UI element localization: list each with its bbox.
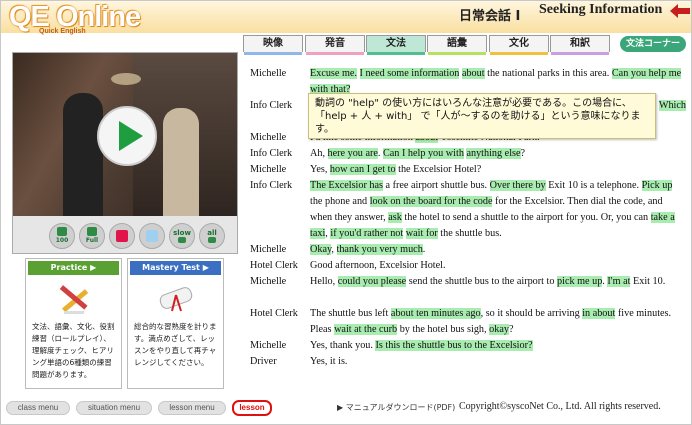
practice-description: 文法、語彙、文化、役割練習（ロールプレイ）、理解度チェック、ヒアリング単語の6種…: [32, 322, 115, 379]
tab-2[interactable]: 発音: [305, 35, 365, 55]
dialogue-line: Good afternoon, Excelsior Hotel.: [310, 260, 446, 271]
manual-download-link[interactable]: ▶ マニュアルダウンロード(PDF): [337, 402, 455, 413]
dialogue-line: Yes, thank you. Is this the shuttle bus …: [310, 340, 533, 351]
nav-situation-menu[interactable]: situation menu: [76, 401, 152, 415]
certificate-icon: [159, 287, 193, 312]
header: QE Online Quick English 日常会話 I Seeking I…: [1, 1, 691, 35]
mastery-test-header[interactable]: Mastery Test ▶: [130, 261, 221, 275]
footer: ▶ マニュアルダウンロード(PDF) Copyright©syscoNet Co…: [0, 399, 692, 419]
highlighted-phrase[interactable]: okay: [489, 324, 509, 335]
grammar-tooltip: 動詞の "help" の使い方にはいろんな注意が必要である。この場合に、「hel…: [308, 93, 656, 139]
slow-button[interactable]: slow: [169, 223, 195, 249]
speaker-name: Info Clerk: [250, 148, 293, 159]
dialogue-line: Ah, here you are. Can I help you with an…: [310, 148, 526, 159]
nav-lesson[interactable]: lesson: [232, 400, 272, 416]
highlighted-phrase[interactable]: Okay: [310, 244, 332, 255]
dialogue-line: Hello, could you please send the shuttle…: [310, 276, 666, 287]
practice-panel[interactable]: Practice ▶ 文法、語彙、文化、役割練習（ロールプレイ）、理解度チェック…: [25, 258, 122, 389]
practice-arrow-icon: ▶: [90, 263, 97, 272]
speaker-name: Hotel Clerk: [250, 308, 298, 319]
highlighted-phrase[interactable]: here you are: [327, 148, 378, 159]
highlighted-phrase[interactable]: could you please: [337, 276, 407, 287]
tab-4[interactable]: 語彙: [427, 35, 487, 55]
highlighted-phrase[interactable]: pick me up: [557, 276, 603, 287]
play-button[interactable]: [97, 106, 157, 166]
tab-6[interactable]: 和訳: [550, 35, 610, 55]
video-controls: 100 Full slow all: [13, 216, 237, 253]
size-100-icon: [57, 227, 67, 236]
speaker-name: Info Clerk: [250, 100, 293, 111]
speaker-name: Michelle: [250, 276, 287, 287]
nav-class-menu[interactable]: class menu: [6, 401, 70, 415]
highlighted-phrase[interactable]: ask: [388, 212, 402, 223]
highlighted-phrase[interactable]: I need some information: [359, 68, 460, 79]
video-frame[interactable]: [13, 53, 237, 216]
pencil-ruler-icon: [59, 285, 89, 314]
tab-5[interactable]: 文化: [489, 35, 549, 55]
highlighted-phrase[interactable]: thank you very much: [336, 244, 423, 255]
speaker-name: Michelle: [250, 244, 287, 255]
speaker-name: Michelle: [250, 132, 287, 143]
dialogue-line: Yes, how can I get to the Excelsior Hote…: [310, 164, 482, 175]
mastery-test-panel[interactable]: Mastery Test ▶ 総合的な習熟度を計ります。満点めざして、レッスンを…: [127, 258, 224, 389]
nav-lesson-menu[interactable]: lesson menu: [158, 401, 226, 415]
speaker-name: Hotel Clerk: [250, 260, 298, 271]
highlighted-phrase[interactable]: how can I get to: [329, 164, 396, 175]
fullscreen-icon: [87, 227, 97, 236]
fullscreen-button[interactable]: Full: [79, 223, 105, 249]
stop-icon: [146, 230, 158, 242]
highlighted-phrase[interactable]: Is this the shuttle bus to the Excelsior…: [375, 340, 533, 351]
highlighted-phrase[interactable]: The Excelsior has: [310, 180, 383, 191]
dialogue-line: Okay, thank you very much.: [310, 244, 426, 255]
back-arrow-icon[interactable]: [670, 4, 690, 18]
dialogue-line: The shuttle bus left about ten minutes a…: [310, 308, 672, 335]
tab-1[interactable]: 映像: [243, 35, 303, 55]
highlighted-phrase[interactable]: about ten minutes ago: [390, 308, 481, 319]
mastery-arrow-icon: ▶: [202, 263, 209, 272]
highlighted-phrase[interactable]: I'm at: [607, 276, 631, 287]
play-icon: [119, 121, 143, 151]
slow-icon: [178, 237, 186, 243]
speaker-name: Michelle: [250, 68, 287, 79]
practice-header[interactable]: Practice ▶: [28, 261, 119, 275]
speaker-name: Michelle: [250, 164, 287, 175]
speaker-name: Info Clerk: [250, 180, 293, 191]
lesson-title: Seeking Information: [539, 2, 663, 17]
size-100-button[interactable]: 100: [49, 223, 75, 249]
record-button[interactable]: [109, 223, 135, 249]
stop-button[interactable]: [139, 223, 165, 249]
speaker-name: Driver: [250, 356, 277, 367]
mastery-test-description: 総合的な習熟度を計ります。満点めざして、レッスンをやり直して再チャレンジしてくだ…: [134, 322, 217, 367]
play-all-button[interactable]: all: [199, 223, 225, 249]
dialogue-line: Yes, it is.: [310, 356, 348, 367]
highlighted-phrase[interactable]: wait for: [405, 228, 438, 239]
record-icon: [116, 230, 128, 242]
dialogue-line: The Excelsior has a free airport shuttle…: [310, 180, 675, 239]
tab-3[interactable]: 文法: [366, 35, 426, 55]
highlighted-phrase[interactable]: Can I help you with: [382, 148, 464, 159]
video-player: 100 Full slow all: [12, 52, 238, 254]
highlighted-phrase[interactable]: if you'd rather not: [330, 228, 404, 239]
speaker-name: Michelle: [250, 340, 287, 351]
highlighted-phrase[interactable]: about: [461, 68, 485, 79]
highlighted-phrase[interactable]: wait at the curb: [334, 324, 398, 335]
copyright: Copyright©syscoNet Co., Ltd. All rights …: [459, 401, 661, 412]
highlighted-phrase[interactable]: Excuse me.: [310, 68, 357, 79]
highlighted-phrase[interactable]: look on the board for the code: [369, 196, 493, 207]
lesson-number: 日常会話 I: [459, 9, 521, 24]
highlighted-phrase[interactable]: Over there by: [489, 180, 546, 191]
highlighted-phrase[interactable]: Which: [658, 100, 686, 111]
highlighted-phrase[interactable]: anything else: [466, 148, 521, 159]
highlighted-phrase[interactable]: in about: [582, 308, 616, 319]
highlighted-phrase[interactable]: Pick up: [641, 180, 673, 191]
play-all-icon: [208, 237, 216, 243]
grammar-corner-button[interactable]: 文法コーナー: [620, 36, 686, 52]
logo-subtitle: Quick English: [39, 28, 86, 35]
